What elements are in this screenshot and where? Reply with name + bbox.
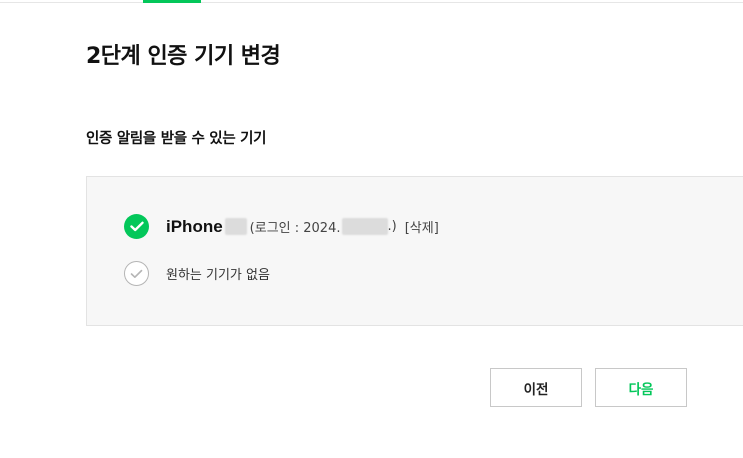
device-login-info: (로그인 : 2024. .) — [250, 217, 397, 236]
active-tab-indicator — [143, 0, 201, 3]
login-date-prefix: (로그인 : 2024. — [249, 221, 341, 236]
prev-button[interactable]: 이전 — [490, 368, 582, 407]
top-tab-bar — [0, 0, 743, 3]
delete-device-link[interactable]: [삭제] — [405, 217, 439, 236]
page-title: 2단계 인증 기기 변경 — [86, 44, 281, 69]
login-date-suffix: .) — [387, 219, 397, 234]
device-list-box: iPhone (로그인 : 2024. .) [삭제] 원하는 기기가 없음 — [86, 176, 743, 326]
check-circle-outline-icon[interactable] — [124, 261, 149, 286]
section-title: 인증 알림을 받을 수 있는 기기 — [86, 131, 267, 147]
redacted-device-model — [224, 218, 247, 235]
redacted-login-date — [341, 218, 388, 235]
no-device-option[interactable]: 원하는 기기가 없음 — [124, 261, 270, 286]
no-device-text: 원하는 기기가 없음 — [166, 264, 270, 283]
device-option-text: iPhone (로그인 : 2024. .) [삭제] — [166, 217, 439, 237]
check-circle-filled-icon[interactable] — [124, 214, 149, 239]
device-option-iphone[interactable]: iPhone (로그인 : 2024. .) [삭제] — [124, 214, 439, 239]
next-button[interactable]: 다음 — [595, 368, 687, 407]
no-device-label: 원하는 기기가 없음 — [166, 268, 270, 283]
device-name: iPhone — [166, 216, 223, 236]
